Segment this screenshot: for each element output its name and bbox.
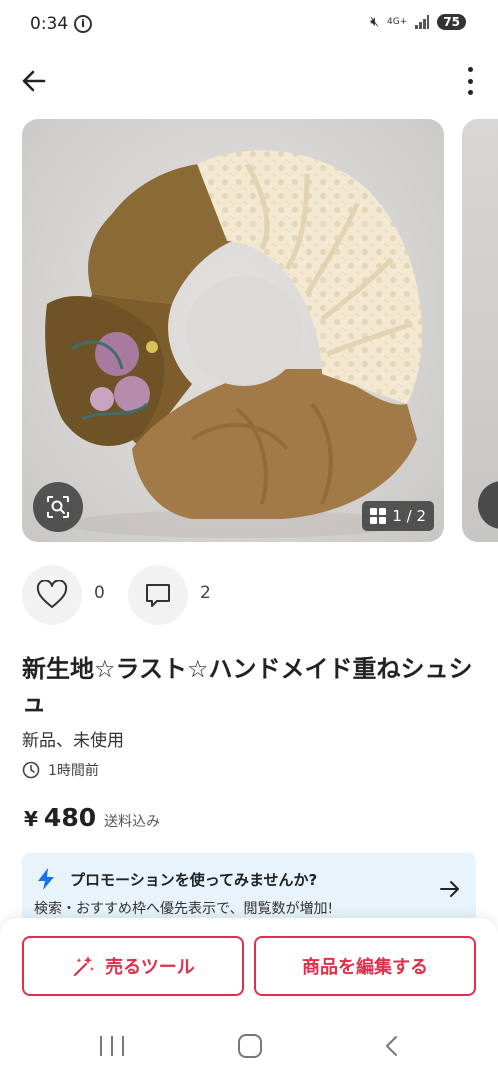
recents-icon[interactable] (100, 1036, 124, 1056)
info-icon: i (74, 15, 92, 33)
comment-count: 2 (200, 583, 211, 603)
image-search-icon (478, 481, 498, 529)
mute-icon: 🔇︎ (370, 14, 380, 30)
lightning-icon (38, 868, 54, 890)
image-search-icon[interactable] (33, 482, 83, 532)
system-nav-bar (0, 1018, 498, 1080)
back-arrow-icon[interactable] (18, 65, 50, 97)
home-icon[interactable] (238, 1034, 262, 1058)
clock-icon (22, 761, 40, 779)
grid-icon (370, 508, 387, 524)
item-title: 新生地☆ラスト☆ハンドメイド重ねシュシュ (22, 655, 473, 717)
status-bar: 0:34 i 🔇︎ 4G+ 75 (0, 0, 498, 50)
arrow-right-icon[interactable] (438, 877, 462, 901)
edit-item-label: 商品を編集する (302, 957, 428, 978)
social-actions: 0 2 (22, 565, 482, 625)
status-icons: 🔇︎ 4G+ 75 (370, 14, 466, 30)
item-price: 480 (43, 803, 97, 832)
promotion-subtitle: 検索・おすすめ枠へ優先表示で、閲覧数が増加! (34, 901, 334, 917)
posted-time: 1時間前 (48, 763, 99, 779)
nav-back-icon[interactable] (380, 1034, 404, 1058)
next-photo-preview[interactable] (462, 119, 498, 542)
scrunchie-image (45, 150, 422, 538)
promotion-title: プロモーションを使ってみませんか? (70, 871, 318, 889)
heart-icon (36, 580, 68, 608)
edit-item-button[interactable]: 商品を編集する (254, 936, 476, 996)
like-count: 0 (94, 583, 105, 603)
posted-time-row: 1時間前 (22, 760, 99, 780)
sparkle-magic-icon (74, 956, 95, 977)
comment-button[interactable] (128, 565, 188, 625)
photo-counter-text: 1 / 2 (392, 507, 426, 525)
sell-tools-button[interactable]: 売るツール (22, 936, 244, 996)
photo-counter: 1 / 2 (362, 501, 434, 531)
like-button[interactable] (22, 565, 82, 625)
status-time: 0:34 (30, 14, 69, 34)
signal-icon (415, 15, 430, 29)
price-row: ¥ 480 送料込み (24, 803, 160, 832)
more-vertical-icon[interactable] (462, 67, 478, 95)
bottom-action-bar: 売るツール 商品を編集する (0, 918, 498, 1018)
sell-tools-label: 売るツール (105, 957, 195, 978)
item-condition: 新品、未使用 (22, 731, 124, 751)
network-icon: 4G+ (387, 16, 408, 27)
comment-icon (146, 584, 170, 607)
currency-symbol: ¥ (24, 807, 38, 831)
battery-indicator: 75 (437, 14, 466, 30)
top-app-bar (0, 55, 498, 107)
item-photo[interactable]: 1 / 2 (22, 119, 444, 542)
shipping-info: 送料込み (104, 814, 161, 830)
photo-carousel[interactable]: 1 / 2 (22, 119, 498, 542)
